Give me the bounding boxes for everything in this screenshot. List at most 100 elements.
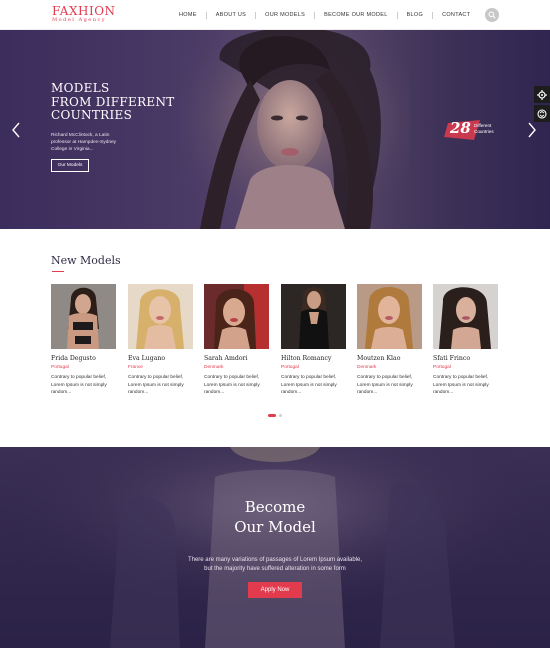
switch-tool[interactable] [534, 105, 550, 122]
hero-description-line: professor at Hampden-Sydney [51, 140, 117, 145]
main-nav: HOME ABOUT US OUR MODELS BECOME OUR MODE… [170, 0, 479, 30]
section-title: New Models [51, 254, 121, 267]
logo[interactable]: FAXHION Model Agency [52, 5, 116, 24]
model-description-line: Lorem Ipsum is not simply [204, 382, 260, 388]
model-country: Denmark [357, 365, 377, 370]
model-photo-image [128, 284, 193, 349]
model-name[interactable]: Sfati Frinco [433, 355, 498, 362]
model-description-line: Lorem Ipsum is not simply [51, 382, 107, 388]
nav-blog[interactable]: BLOG [398, 12, 432, 18]
switch-icon [537, 108, 547, 119]
hero-title-line: COUNTRIES [51, 108, 133, 122]
model-description: Contrary to popular belief, Lorem Ipsum … [128, 374, 193, 397]
model-country: Portugal [433, 365, 451, 370]
model-description-line: Lorem Ipsum is not simply [281, 382, 337, 388]
model-country: Portugal [51, 365, 69, 370]
model-description-line: Lorem Ipsum is not simply [357, 382, 413, 388]
model-name[interactable]: Sarah Amdori [204, 355, 269, 362]
model-card[interactable]: Sarah Amdori Denmark Contrary to popular… [204, 284, 269, 397]
model-card[interactable]: Frida Degusto Portugal Contrary to popul… [51, 284, 116, 397]
model-description-line: Lorem Ipsum is not simply [128, 382, 184, 388]
pager-dot-active[interactable] [268, 414, 276, 417]
model-description: Contrary to popular belief, Lorem Ipsum … [433, 374, 498, 397]
model-photo-image [357, 284, 422, 349]
model-card[interactable]: Eva Lugano France Contrary to popular be… [128, 284, 193, 397]
model-description: Contrary to popular belief, Lorem Ipsum … [51, 374, 116, 397]
chevron-left-icon[interactable] [11, 122, 21, 138]
carousel-pager [268, 414, 282, 417]
model-description: Contrary to popular belief, Lorem Ipsum … [281, 374, 346, 397]
model-photo-image [433, 284, 498, 349]
model-description-line: random... [357, 390, 378, 395]
model-description-line: Contrary to popular belief, [357, 375, 413, 380]
model-country: Denmark [204, 365, 224, 370]
nav-about-us[interactable]: ABOUT US [207, 12, 255, 18]
badge-number: 28 [450, 119, 471, 137]
nav-our-models[interactable]: OUR MODELS [256, 12, 314, 18]
model-country: France [128, 365, 143, 370]
hero-model-image [180, 30, 410, 229]
model-description-line: Lorem Ipsum is not simply [433, 382, 489, 388]
model-photo[interactable] [51, 284, 116, 349]
model-photo[interactable] [433, 284, 498, 349]
nav-become-our-model[interactable]: BECOME OUR MODEL [315, 12, 396, 18]
search-icon [488, 11, 496, 19]
hero-description-line: Richard McClintock, a Latin [51, 133, 110, 138]
model-card[interactable]: Hilton Romancy Portugal Contrary to popu… [281, 284, 346, 397]
become-title-line: Our Model [234, 518, 316, 536]
site-header: FAXHION Model Agency HOME ABOUT US OUR M… [0, 0, 550, 30]
model-name[interactable]: Eva Lugano [128, 355, 193, 362]
models-carousel: Frida Degusto Portugal Contrary to popul… [51, 284, 501, 404]
logo-name: FAXHION [52, 4, 116, 18]
pager-dot[interactable] [279, 414, 282, 417]
become-title: Become Our Model [0, 497, 550, 537]
model-photo-image [204, 284, 269, 349]
model-name[interactable]: Hilton Romancy [281, 355, 346, 362]
hero-title-line: FROM DIFFERENT [51, 94, 175, 109]
model-country: Portugal [281, 365, 299, 370]
model-photo[interactable] [357, 284, 422, 349]
hero-title: MODELS FROM DIFFERENT COUNTRIES [51, 81, 191, 123]
model-card[interactable]: Sfati Frinco Portugal Contrary to popula… [433, 284, 498, 397]
become-model-section: Become Our Model There are many variatio… [0, 447, 550, 648]
model-photo-image [281, 284, 346, 349]
apply-now-button[interactable]: Apply Now [248, 582, 302, 598]
become-description-line: There are many variations of passages of… [187, 557, 363, 563]
hero-description-line: College in Virginia... [51, 147, 94, 152]
nav-contact[interactable]: CONTACT [433, 12, 479, 18]
model-description-line: random... [281, 390, 302, 395]
model-photo-image [51, 284, 116, 349]
model-name[interactable]: Moutzen Klao [357, 355, 422, 362]
model-description-line: Contrary to popular belief, [204, 375, 260, 380]
model-description: Contrary to popular belief, Lorem Ipsum … [204, 374, 269, 397]
model-description-line: random... [204, 390, 225, 395]
gear-icon [537, 89, 547, 100]
model-description-line: Contrary to popular belief, [128, 375, 184, 380]
our-models-button[interactable]: Our Models [51, 159, 89, 172]
countries-badge: 28 Different Countries [444, 119, 504, 141]
become-background-image [0, 447, 550, 648]
nav-home[interactable]: HOME [170, 12, 206, 18]
badge-label: Different Countries [474, 123, 494, 134]
side-toolbar [534, 86, 550, 124]
badge-label-line: Countries [474, 128, 494, 134]
model-photo[interactable] [281, 284, 346, 349]
settings-tool[interactable] [534, 86, 550, 103]
model-description-line: random... [51, 390, 72, 395]
chevron-right-icon[interactable] [527, 122, 537, 138]
model-description-line: Contrary to popular belief, [433, 375, 489, 380]
logo-tagline: Model Agency [52, 17, 107, 23]
become-description: There are many variations of passages of… [0, 556, 550, 574]
model-name[interactable]: Frida Degusto [51, 355, 116, 362]
become-description-line: but the majority have suffered alteratio… [204, 566, 346, 572]
badge-label-line: Different [474, 123, 492, 128]
hero-title-line: MODELS [51, 81, 110, 95]
model-card[interactable]: Moutzen Klao Denmark Contrary to popular… [357, 284, 422, 397]
model-description-line: random... [433, 390, 454, 395]
model-description: Contrary to popular belief, Lorem Ipsum … [357, 374, 422, 397]
model-description-line: Contrary to popular belief, [281, 375, 337, 380]
model-description-line: random... [128, 390, 149, 395]
search-button[interactable] [485, 8, 499, 22]
model-photo[interactable] [204, 284, 269, 349]
model-photo[interactable] [128, 284, 193, 349]
